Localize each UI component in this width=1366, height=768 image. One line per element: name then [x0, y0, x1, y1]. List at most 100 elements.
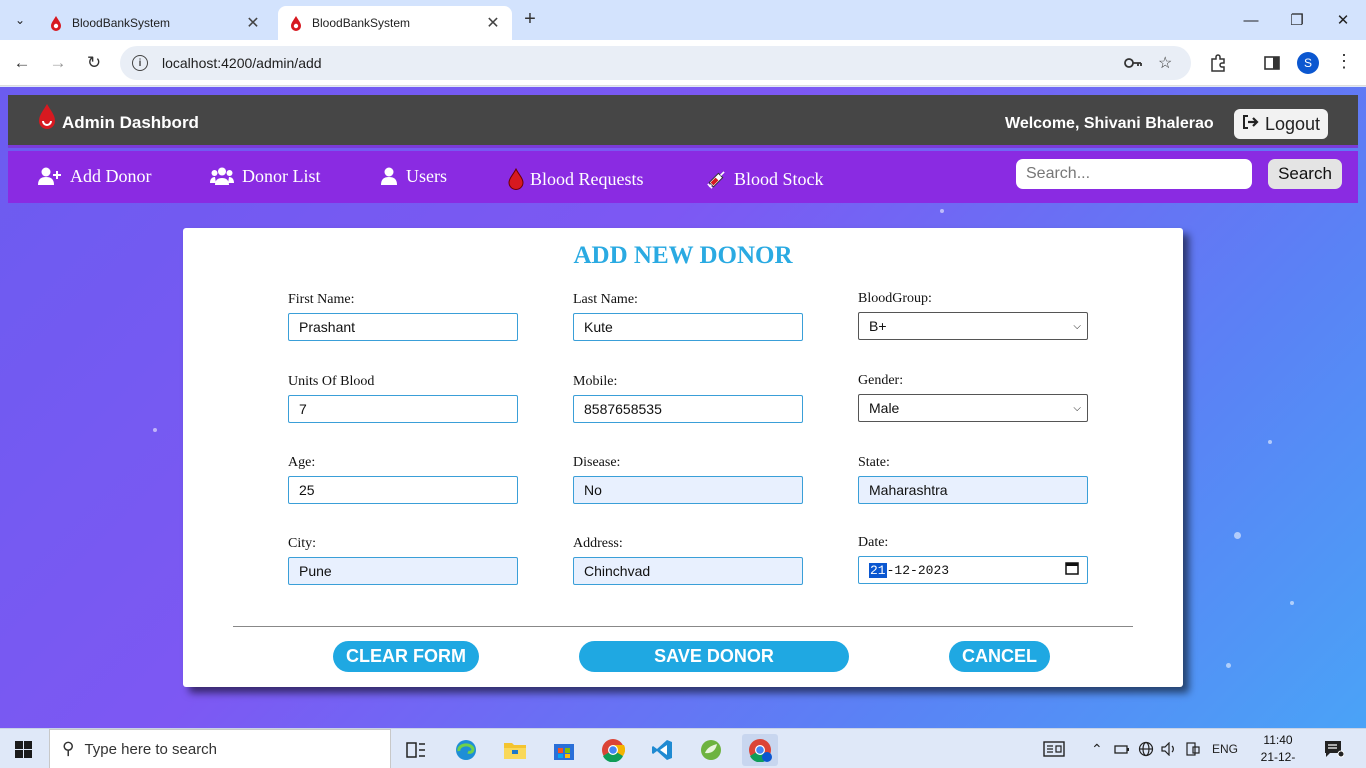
- form-title: ADD NEW DONOR: [573, 242, 793, 269]
- state-input[interactable]: Maharashtra: [858, 476, 1088, 504]
- nav-add-donor[interactable]: Add Donor: [38, 161, 152, 191]
- chrome-profile-active-icon[interactable]: [742, 734, 778, 766]
- units-input[interactable]: 7: [288, 395, 518, 423]
- user-plus-icon: [38, 167, 62, 185]
- last-name-input[interactable]: Kute: [573, 313, 803, 341]
- nav-label: Users: [406, 165, 447, 186]
- volume-speaker-icon[interactable]: [1161, 729, 1177, 768]
- city-input[interactable]: Pune: [288, 557, 518, 585]
- field-label: City:: [288, 536, 317, 551]
- clock-time: 11:40: [1263, 733, 1293, 747]
- admin-nav: Add Donor Donor List Users Blood Request…: [8, 151, 1358, 203]
- nav-users[interactable]: Users: [380, 161, 447, 191]
- decor-dot: [940, 209, 944, 213]
- calendar-icon[interactable]: [1065, 561, 1079, 579]
- close-window-icon[interactable]: ✕: [1320, 0, 1366, 40]
- task-view-icon[interactable]: [398, 734, 434, 766]
- tab-close-icon[interactable]: ✕: [484, 13, 502, 33]
- field-label: Date:: [858, 535, 889, 550]
- spring-tool-suite-icon[interactable]: [693, 734, 729, 766]
- profile-avatar[interactable]: S: [1297, 52, 1319, 74]
- first-name-field: First Name: Prashant: [288, 292, 518, 341]
- windows-taskbar: ⚲ Type here to search ⌃ ENG 11:40 21-12-…: [0, 728, 1366, 768]
- site-info-icon[interactable]: i: [132, 55, 148, 71]
- select-value: B+: [869, 318, 887, 334]
- language-indicator[interactable]: ENG: [1212, 729, 1238, 768]
- edge-browser-icon[interactable]: [448, 734, 484, 766]
- admin-header: Admin Dashbord Welcome, Shivani Bhalerao…: [8, 95, 1358, 148]
- reload-icon[interactable]: ↻: [81, 50, 107, 76]
- age-input[interactable]: 25: [288, 476, 518, 504]
- taskbar-search-placeholder: Type here to search: [84, 740, 218, 758]
- mobile-field: Mobile: 8587658535: [573, 374, 803, 423]
- logout-label: Logout: [1264, 113, 1321, 134]
- notification-center-icon[interactable]: [1324, 729, 1344, 768]
- taskbar-clock[interactable]: 11:40 21-12-2023: [1250, 732, 1306, 768]
- sign-out-icon: [1242, 114, 1260, 135]
- clock-date: 21-12-2023: [1260, 750, 1296, 768]
- nav-label: Add Donor: [70, 165, 152, 186]
- password-key-icon[interactable]: [1124, 46, 1142, 80]
- phone-link-icon[interactable]: [1186, 729, 1200, 768]
- add-donor-card: ADD NEW DONOR First Name: Prashant Last …: [183, 228, 1183, 687]
- menu-kebab-icon[interactable]: ⋮: [1333, 50, 1355, 72]
- gender-select[interactable]: Male ⌵: [858, 394, 1088, 422]
- first-name-input[interactable]: Prashant: [288, 313, 518, 341]
- browser-tab-2[interactable]: BloodBankSystem ✕: [278, 6, 512, 40]
- tab-close-icon[interactable]: ✕: [244, 13, 262, 33]
- date-input[interactable]: 21-12-2023: [858, 556, 1088, 584]
- state-field: State: Maharashtra: [858, 455, 1088, 504]
- users-icon: [210, 167, 234, 185]
- brand[interactable]: Admin Dashbord: [36, 101, 199, 133]
- nav-blood-requests[interactable]: Blood Requests: [508, 164, 644, 194]
- date-year: 2023: [917, 562, 950, 578]
- nav-donor-list[interactable]: Donor List: [210, 161, 321, 191]
- disease-field: Disease: No: [573, 455, 803, 504]
- field-label: First Name:: [288, 292, 355, 307]
- chrome-icon[interactable]: [595, 734, 631, 766]
- clear-form-button[interactable]: CLEAR FORM: [333, 641, 479, 672]
- logout-button[interactable]: Logout: [1234, 109, 1328, 139]
- show-hidden-icons-chevron-icon[interactable]: ⌃: [1091, 729, 1103, 768]
- network-globe-icon[interactable]: [1138, 729, 1154, 768]
- decor-dot: [153, 428, 157, 432]
- vscode-icon[interactable]: [644, 734, 680, 766]
- battery-icon[interactable]: [1114, 729, 1130, 768]
- url-text: localhost:4200/admin/add: [162, 55, 322, 71]
- cancel-button[interactable]: CANCEL: [949, 641, 1050, 672]
- side-panel-icon[interactable]: [1261, 52, 1283, 74]
- nav-blood-stock[interactable]: Blood Stock: [706, 164, 824, 194]
- divider: [233, 626, 1133, 627]
- field-label: Mobile:: [573, 374, 618, 389]
- windows-start-icon[interactable]: [15, 741, 32, 758]
- minimize-icon[interactable]: —: [1228, 0, 1274, 40]
- tab-search-chevron-icon[interactable]: ⌄: [8, 8, 32, 32]
- address-field: Address: Chinchvad: [573, 536, 803, 585]
- mobile-input[interactable]: 8587658535: [573, 395, 803, 423]
- decor-dot: [1226, 663, 1231, 668]
- disease-input[interactable]: No: [573, 476, 803, 504]
- file-explorer-icon[interactable]: [497, 734, 533, 766]
- browser-tab-strip: ⌄ BloodBankSystem ✕ BloodBankSystem ✕ + …: [0, 0, 1366, 40]
- blood-group-field: BloodGroup: B+ ⌵: [858, 291, 1088, 340]
- forward-arrow-icon[interactable]: →: [45, 50, 71, 76]
- browser-tab-1[interactable]: BloodBankSystem ✕: [38, 6, 272, 40]
- search-input[interactable]: [1016, 159, 1252, 189]
- new-tab-plus-icon[interactable]: +: [518, 8, 542, 32]
- news-widget-icon[interactable]: [1043, 729, 1065, 768]
- select-value: Male: [869, 400, 900, 416]
- microsoft-store-icon[interactable]: [546, 734, 582, 766]
- decor-dot: [1290, 601, 1294, 605]
- address-bar[interactable]: i localhost:4200/admin/add ☆: [120, 46, 1191, 80]
- restore-icon[interactable]: ❐: [1274, 0, 1320, 40]
- blood-drop-favicon-icon: [51, 16, 61, 31]
- address-input[interactable]: Chinchvad: [573, 557, 803, 585]
- back-arrow-icon[interactable]: ←: [9, 50, 35, 76]
- blood-group-select[interactable]: B+ ⌵: [858, 312, 1088, 340]
- nav-label: Blood Stock: [734, 168, 824, 189]
- search-button[interactable]: Search: [1268, 159, 1342, 189]
- bookmark-star-icon[interactable]: ☆: [1158, 46, 1172, 80]
- extensions-puzzle-icon[interactable]: [1207, 52, 1229, 74]
- save-donor-button[interactable]: SAVE DONOR: [579, 641, 849, 672]
- taskbar-search-box[interactable]: ⚲ Type here to search: [49, 729, 391, 768]
